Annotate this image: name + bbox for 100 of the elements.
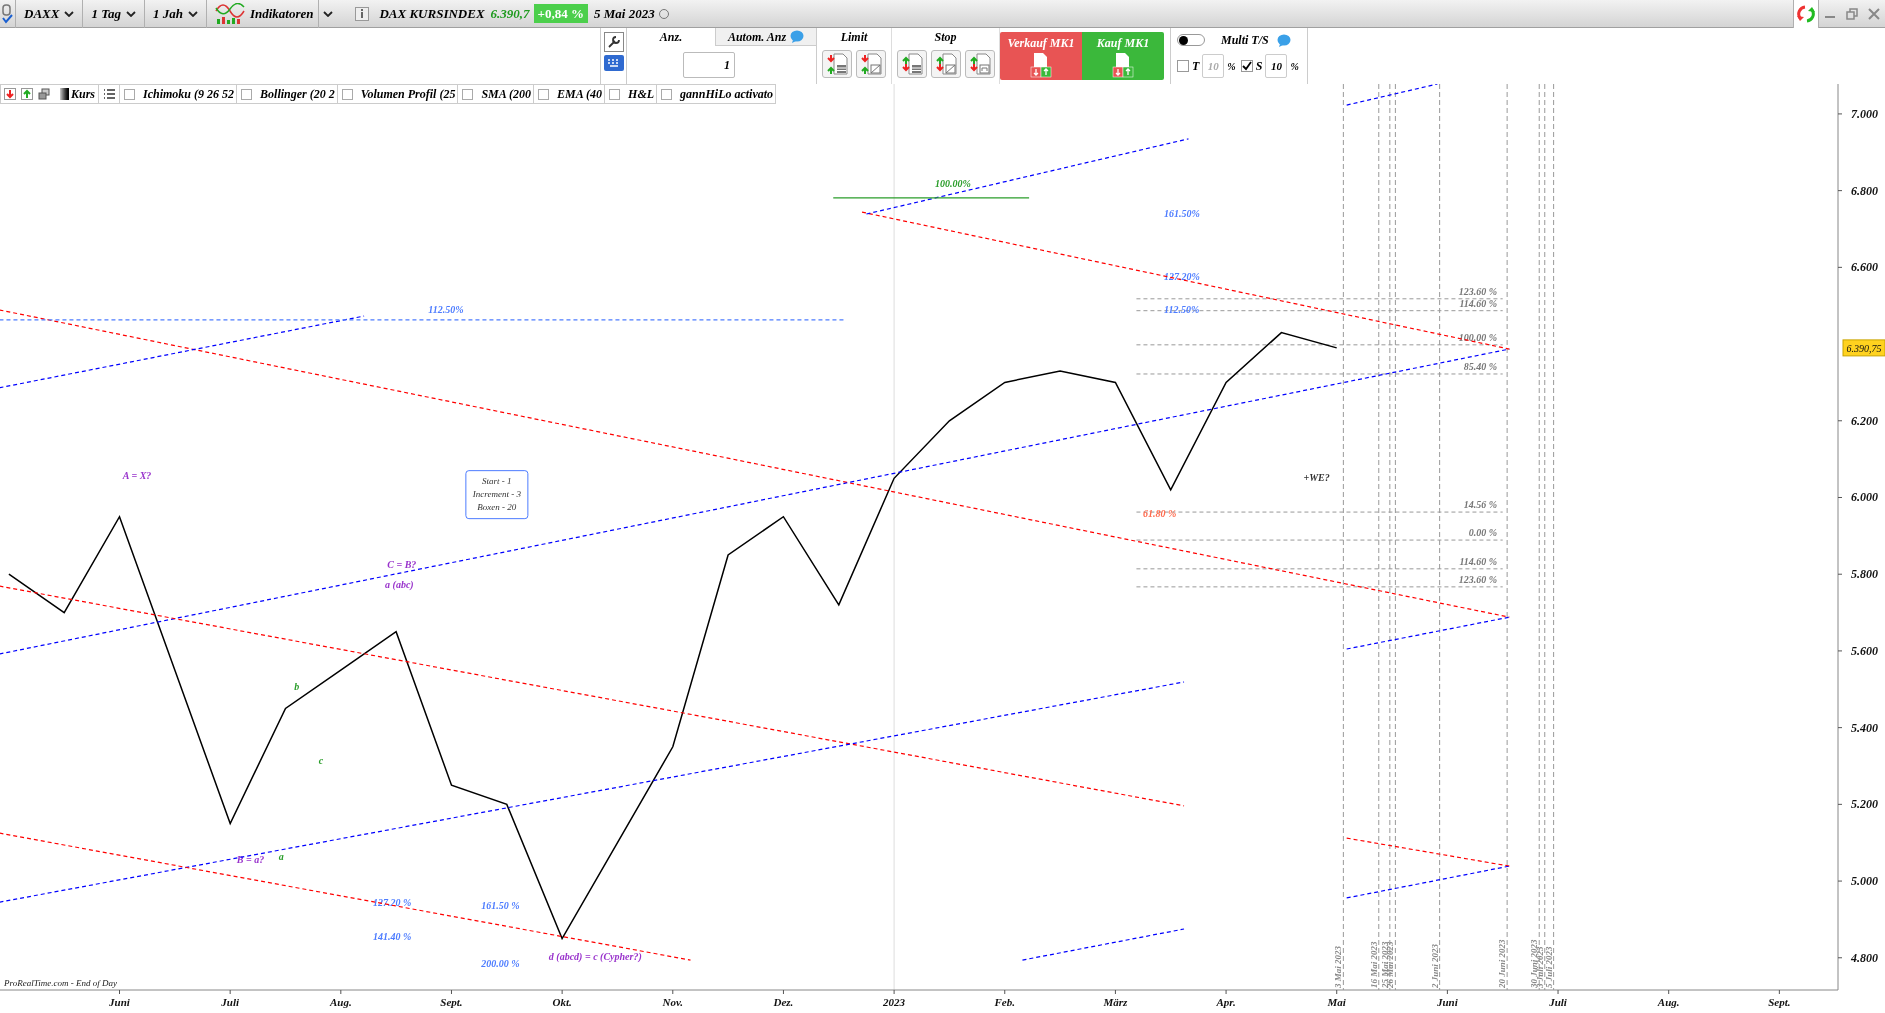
chart-annotation: 161.50 % [481, 899, 520, 911]
source-label: ProRealTime.com - End of Day [4, 978, 117, 988]
menu-dropdown[interactable]: DAXX [15, 0, 83, 28]
axis-label: Aug. [329, 996, 352, 1008]
axis-label: Juni [1437, 996, 1458, 1008]
indicator-label: H&L [628, 86, 655, 103]
indicator-label: SMA (200 [481, 86, 532, 103]
checkbox[interactable] [1240, 60, 1253, 72]
sell-arrow-icon[interactable] [4, 87, 18, 101]
group-label: Stop [934, 29, 957, 46]
menu-dropdown[interactable]: 1 Tag [82, 0, 144, 28]
chat-bubble-icon [790, 30, 805, 43]
chart-annotation: 161.50% [1164, 208, 1200, 220]
price-tag: 6.390,75 [1842, 339, 1885, 357]
quantity-tab[interactable]: Autom. Anz [715, 28, 816, 46]
fibonacci-label: 0.00 % [1468, 527, 1498, 539]
chart-annotation: 141.40 % [372, 930, 412, 942]
order-button[interactable] [964, 50, 995, 78]
buy-arrow-icon[interactable] [21, 87, 35, 101]
date-label: 3 Mai 2023 [1333, 946, 1344, 988]
checkbox[interactable] [124, 88, 136, 100]
axis-label: 6.800 [1851, 183, 1878, 198]
quantity-field[interactable]: 1 [683, 52, 735, 78]
list-icon[interactable] [103, 88, 116, 100]
caret-icon [187, 10, 198, 17]
caret-icon [64, 10, 75, 17]
date-label: 16 Mai 2023 [1368, 941, 1379, 988]
windows-icon[interactable] [38, 87, 52, 101]
chart-annotation: b [294, 681, 300, 693]
axis-label: Juli [1549, 996, 1567, 1008]
menu-dropdown[interactable]: Indikatoren [205, 0, 342, 28]
axis-label: Mai [1327, 996, 1346, 1008]
order-icon [1110, 52, 1136, 78]
fibonacci-label: 114.60 % [1459, 555, 1498, 567]
percent-sign: % [1227, 59, 1236, 74]
date-label: 2 Juni 2023 [1429, 944, 1440, 988]
chat-bubble-icon [1276, 33, 1291, 47]
axis-label: 6.000 [1851, 490, 1878, 505]
date-label: 5 Juli 2023 [1543, 946, 1554, 988]
fibonacci-label: 114.60 % [1459, 297, 1498, 309]
indicator-label: EMA (40 [557, 86, 603, 103]
chart-annotation: c [318, 755, 324, 767]
checkbox[interactable] [1177, 60, 1189, 72]
fibonacci-label: 100.00 % [1458, 331, 1498, 343]
caret-icon [125, 10, 136, 17]
chart-annotation: a (abc) [385, 579, 414, 591]
sell-button[interactable]: Verkauf MK1 [1000, 32, 1082, 80]
indicator-label: Volumen Profil (25 [360, 86, 456, 103]
checkbox[interactable] [462, 88, 474, 100]
axis-label: Juli [221, 996, 240, 1008]
multi-label: Multi T/S [1221, 32, 1269, 49]
toggle-switch[interactable] [1177, 34, 1205, 46]
axis-label: 5.000 [1851, 874, 1878, 889]
order-icon [1028, 52, 1054, 78]
menu-dropdown[interactable]: 1 Jah [143, 0, 206, 28]
axis-label: Sept. [440, 996, 463, 1008]
chart-annotation: 112.50% [428, 303, 464, 315]
axis-label: 5.200 [1851, 797, 1878, 812]
fibonacci-label: 85.40 % [1463, 361, 1498, 372]
indicator-icon [214, 2, 245, 25]
instrument-name: DAX KURSINDEX [379, 4, 485, 23]
axis-label: 5.600 [1851, 643, 1878, 658]
caret-icon [323, 10, 334, 17]
order-button[interactable] [930, 50, 961, 78]
chart-annotation: B = a? [236, 853, 265, 865]
checkbox[interactable] [661, 88, 673, 100]
axis-label: Nov. [662, 996, 684, 1008]
link-icon[interactable] [1, 2, 15, 25]
order-button[interactable] [896, 50, 927, 78]
settings-icon[interactable] [603, 32, 624, 52]
chart-annotation: 112.50% [1164, 303, 1200, 315]
order-button[interactable] [856, 50, 886, 78]
axis-label: Juni [109, 996, 130, 1008]
price-label: Kurs [71, 85, 100, 103]
axis-label: Sept. [1768, 996, 1791, 1008]
checkbox[interactable] [241, 88, 253, 100]
keyboard-icon[interactable] [603, 55, 624, 71]
percent-field[interactable]: 10 [1265, 54, 1288, 78]
indicator-label: Bollinger (20 2 [260, 86, 335, 103]
order-button[interactable] [822, 50, 852, 78]
chart-annotation: +WE? [1303, 471, 1330, 483]
checkbox[interactable] [609, 88, 621, 100]
axis-label: Apr. [1216, 996, 1236, 1008]
checkbox[interactable] [538, 88, 550, 100]
axis-label: 2023 [883, 996, 906, 1008]
chart-annotation: A = X? [122, 470, 152, 482]
chart-annotation: 127.20 % [372, 896, 412, 908]
note-box [465, 470, 529, 520]
checkbox[interactable] [341, 88, 353, 100]
indicator-label: Ichimoku (9 26 52 [143, 86, 235, 103]
axis-label: 5.400 [1851, 720, 1878, 735]
axis-label: 5.800 [1851, 567, 1878, 582]
note-text: Increment - 3 [472, 488, 521, 499]
info-icon[interactable] [355, 6, 370, 21]
group-label: Limit [840, 29, 868, 46]
refresh-icon[interactable] [1793, 0, 1819, 28]
chart-annotation: 200.00 % [481, 957, 520, 969]
axis-label: 7.000 [1851, 106, 1878, 121]
note-text: Start - 1 [482, 475, 512, 486]
axis-label: 6.200 [1851, 413, 1878, 428]
